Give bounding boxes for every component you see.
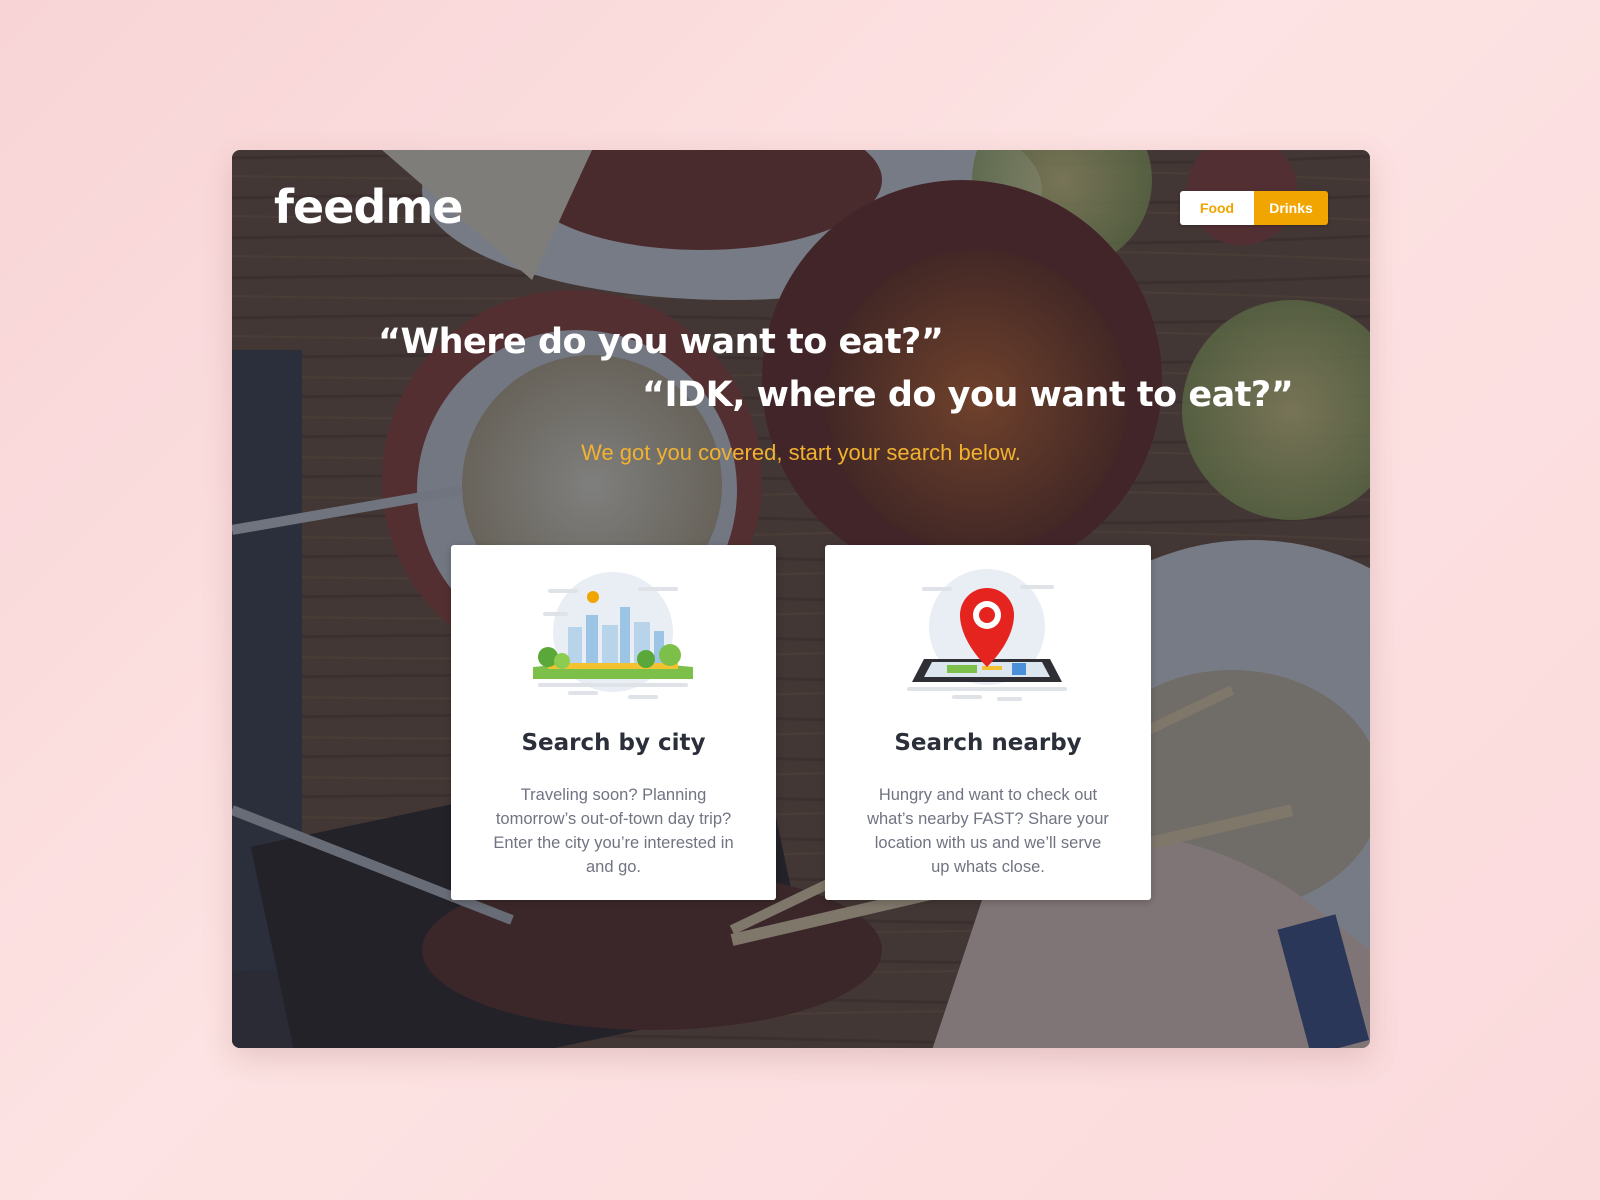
food-drinks-toggle: Food Drinks xyxy=(1180,191,1328,225)
dark-overlay xyxy=(232,150,1370,1048)
card-description: Traveling soon? Planning tomorrow’s out-… xyxy=(493,786,734,876)
drinks-toggle-button[interactable]: Drinks xyxy=(1254,191,1328,225)
card-title: Search by city xyxy=(521,730,706,756)
logo[interactable]: feedme xyxy=(274,180,463,234)
app-window: feedme Food Drinks “Where do you want to… xyxy=(232,150,1370,1048)
hero-quote-2: “IDK, where do you want to eat?” xyxy=(642,375,1294,415)
card-title: Search nearby xyxy=(894,730,1082,756)
map-pin-phone-icon xyxy=(907,569,1067,701)
card-description: Hungry and want to check out what’s near… xyxy=(867,786,1109,876)
hero-quote-1: “Where do you want to eat?” xyxy=(378,322,944,362)
food-toggle-button[interactable]: Food xyxy=(1180,191,1254,225)
city-illustration-icon xyxy=(533,572,693,699)
search-by-city-card[interactable]: Search by city Traveling soon? Planning … xyxy=(451,545,776,900)
hero-subtitle: We got you covered, start your search be… xyxy=(581,440,1021,465)
search-nearby-card[interactable]: Search nearby Hungry and want to check o… xyxy=(825,545,1151,900)
